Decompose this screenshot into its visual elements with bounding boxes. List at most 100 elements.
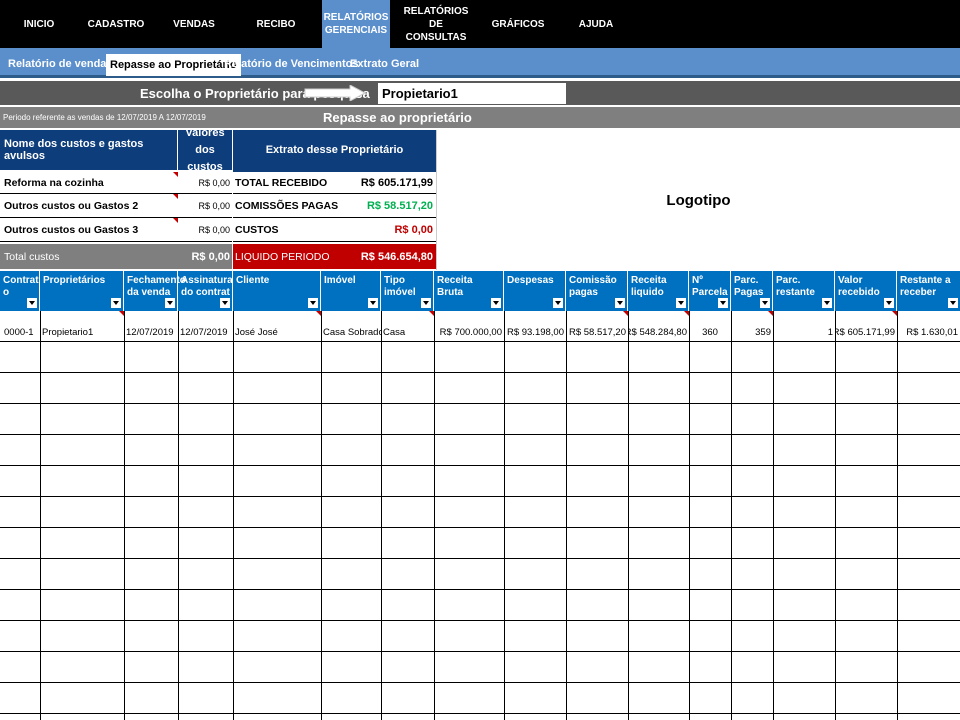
col-despesas[interactable]: Despesas <box>504 271 566 311</box>
col-comissao-pagas[interactable]: Comissão pagas <box>566 271 628 311</box>
cell-parc-restante[interactable]: 1 <box>773 317 835 348</box>
col-parc-restante[interactable]: Parc. restante <box>773 271 835 311</box>
table-row[interactable] <box>0 590 960 621</box>
table-row[interactable] <box>0 404 960 435</box>
cell-imovel[interactable]: Casa Sobrado <box>321 317 381 348</box>
cell-contrato[interactable]: 0000-1 <box>2 317 40 348</box>
filter-dropdown-icon[interactable] <box>718 298 728 308</box>
filter-dropdown-icon[interactable] <box>220 298 230 308</box>
cell-fechamento[interactable]: 12/07/2019 <box>124 317 178 348</box>
filter-dropdown-icon[interactable] <box>615 298 625 308</box>
table-row[interactable] <box>0 559 960 590</box>
table-row[interactable] <box>0 652 960 683</box>
col-tipo-imovel[interactable]: Tipo imóvel <box>381 271 434 311</box>
cell-parc-pagas[interactable]: 359 <box>731 317 773 348</box>
cell-tipo-imovel[interactable]: Casa <box>381 317 434 348</box>
comment-marker <box>173 218 178 223</box>
cell-restante-receber[interactable]: R$ 1.630,01 <box>897 317 960 348</box>
col-cliente[interactable]: Cliente <box>233 271 321 311</box>
liquido-label: LIQUIDO PERIODO <box>233 244 353 269</box>
filter-dropdown-icon[interactable] <box>948 298 958 308</box>
menu-vendas[interactable]: VENDAS <box>168 0 220 48</box>
col-parc-pagas[interactable]: Parc. Pagas <box>731 271 773 311</box>
col-label: Restante a receber <box>900 275 951 298</box>
col-receita-liquido[interactable]: Receita liquido <box>628 271 689 311</box>
comissoes-label: COMISSÕES PAGAS <box>233 194 353 218</box>
col-proprietarios[interactable]: Proprietários <box>40 271 124 311</box>
menu-inicio[interactable]: INICIO <box>14 0 64 48</box>
total-costs-label: Total custos <box>0 244 178 269</box>
cell-comissao[interactable]: R$ 58.517,20 <box>566 317 628 348</box>
col-assinatura[interactable]: Assinatura do contrat <box>178 271 233 311</box>
comissoes-value: R$ 58.517,20 <box>353 194 436 218</box>
column-divider <box>628 311 629 720</box>
cost-item-name[interactable]: Outros custos ou Gastos 3 <box>0 218 178 242</box>
cost-item-value[interactable]: R$ 0,00 <box>178 194 232 218</box>
table-row[interactable] <box>0 373 960 404</box>
column-divider <box>773 311 774 720</box>
menu-cadastro[interactable]: CADASTRO <box>86 0 146 48</box>
cell-receita-bruta[interactable]: R$ 700.000,00 <box>434 317 504 348</box>
table-row[interactable] <box>0 466 960 497</box>
cost-item-value[interactable]: R$ 0,00 <box>178 172 232 194</box>
filter-dropdown-icon[interactable] <box>111 298 121 308</box>
total-recebido-label: TOTAL RECEBIDO <box>233 172 353 194</box>
cost-item-value[interactable]: R$ 0,00 <box>178 218 232 242</box>
column-divider <box>897 311 898 720</box>
col-receita-bruta[interactable]: Receita Bruta <box>434 271 504 311</box>
menu-relatorios-consultas[interactable]: RELATÓRIOS DE CONSULTAS <box>398 0 474 48</box>
cell-num-parcela[interactable]: 360 <box>689 317 731 348</box>
filter-dropdown-icon[interactable] <box>884 298 894 308</box>
cell-receita-liquido[interactable]: R$ 548.284,80 <box>628 317 689 348</box>
table-row[interactable] <box>0 435 960 466</box>
col-label: Tipo imóvel <box>384 275 416 298</box>
filter-dropdown-icon[interactable] <box>27 298 37 308</box>
cell-proprietario[interactable]: Propietario1 <box>40 317 124 348</box>
tab-relatorio-vendas[interactable]: Relatório de vendas <box>4 53 117 74</box>
cost-item-name[interactable]: Reforma na cozinha <box>0 172 178 194</box>
menu-ajuda[interactable]: AJUDA <box>574 0 618 48</box>
col-label: Parc. Pagas <box>734 275 764 298</box>
filter-dropdown-icon[interactable] <box>421 298 431 308</box>
table-row[interactable] <box>0 528 960 559</box>
period-text: Periodo referente as vendas de 12/07/201… <box>3 113 206 122</box>
cell-despesas[interactable]: R$ 93.198,00 <box>504 317 566 348</box>
col-contrato[interactable]: Contrat o <box>0 271 40 311</box>
col-fechamento[interactable]: Fechamento da venda <box>124 271 186 311</box>
col-num-parcela[interactable]: Nº Parcela <box>689 271 731 311</box>
col-label: Cliente <box>236 275 270 286</box>
cell-valor-recebido[interactable]: R$ 605.171,99 <box>835 317 897 348</box>
table-row[interactable] <box>0 621 960 652</box>
col-label: Despesas <box>507 275 554 286</box>
col-valor-recebido[interactable]: Valor recebido <box>835 271 897 311</box>
menu-recibo[interactable]: RECIBO <box>252 0 300 48</box>
tab-relatorio-vencimentos[interactable]: Relatório de Vencimentos <box>220 53 362 74</box>
cost-item-name[interactable]: Outros custos ou Gastos 2 <box>0 194 178 218</box>
filter-dropdown-icon[interactable] <box>760 298 770 308</box>
cell-cliente[interactable]: José José <box>233 317 321 348</box>
col-label: Assinatura do contrat <box>181 275 233 298</box>
filter-dropdown-icon[interactable] <box>165 298 175 308</box>
filter-dropdown-icon[interactable] <box>822 298 832 308</box>
owner-search-input[interactable] <box>378 83 566 104</box>
table-row[interactable] <box>0 683 960 714</box>
filter-dropdown-icon[interactable] <box>368 298 378 308</box>
column-divider <box>689 311 690 720</box>
costs-name-header: Nome dos custos e gastos avulsos <box>0 130 178 170</box>
menu-relatorios-gerenciais[interactable]: RELATÓRIOS GERENCIAIS <box>322 0 390 48</box>
filter-dropdown-icon[interactable] <box>308 298 318 308</box>
col-label: Receita liquido <box>631 275 667 298</box>
table-row[interactable] <box>0 497 960 528</box>
logo-placeholder: Logotipo <box>436 130 960 270</box>
menu-graficos[interactable]: GRÁFICOS <box>490 0 546 48</box>
col-imovel[interactable]: Imóvel <box>321 271 381 311</box>
col-label: Receita Bruta <box>437 275 473 298</box>
filter-dropdown-icon[interactable] <box>553 298 563 308</box>
liquido-value: R$ 546.654,80 <box>353 244 436 269</box>
cell-assinatura[interactable]: 12/07/2019 <box>178 317 233 348</box>
filter-dropdown-icon[interactable] <box>676 298 686 308</box>
tab-extrato-geral[interactable]: Extrato Geral <box>346 53 423 74</box>
filter-dropdown-icon[interactable] <box>491 298 501 308</box>
comment-marker <box>119 311 124 316</box>
col-restante-receber[interactable]: Restante a receber <box>897 271 960 311</box>
